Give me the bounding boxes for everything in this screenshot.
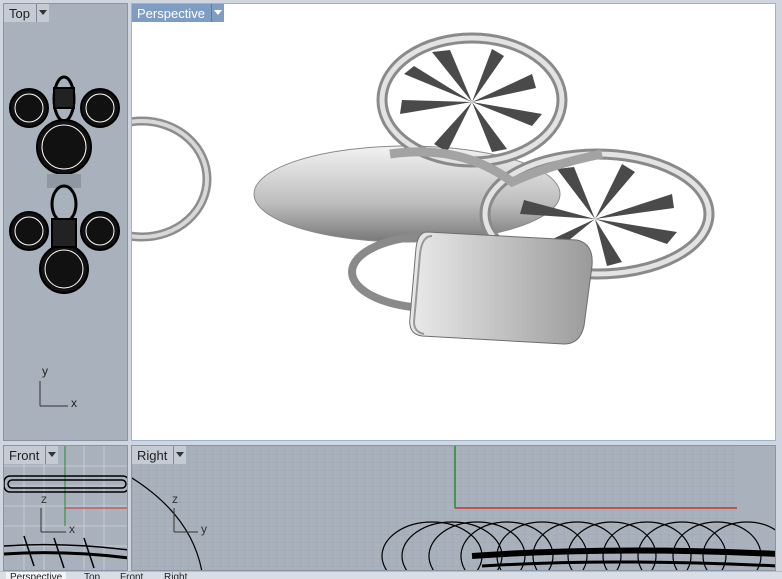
front-viewport-tab[interactable]: Front bbox=[4, 446, 59, 464]
right-viewport-dropdown-icon[interactable] bbox=[173, 446, 187, 464]
right-axis-z-label: z bbox=[172, 492, 178, 506]
top-viewport-title[interactable]: Top bbox=[4, 4, 36, 22]
top-viewport-dropdown-icon[interactable] bbox=[35, 4, 49, 22]
right-viewport-title[interactable]: Right bbox=[132, 446, 174, 464]
perspective-viewport[interactable]: Perspective bbox=[131, 3, 776, 441]
perspective-viewport-tab[interactable]: Perspective bbox=[132, 4, 224, 22]
front-viewport-dropdown-icon[interactable] bbox=[45, 446, 59, 464]
top-viewport-tab[interactable]: Top bbox=[4, 4, 49, 22]
right-viewport[interactable]: z y Right bbox=[131, 445, 776, 571]
perspective-drawing bbox=[132, 32, 715, 345]
front-viewport[interactable]: z x Front bbox=[3, 445, 128, 571]
top-viewport[interactable]: y x Top bbox=[3, 3, 128, 441]
top-axis-y-label: y bbox=[42, 364, 48, 378]
front-axis-x-label: x bbox=[69, 522, 75, 536]
top-axis-x-label: x bbox=[71, 396, 77, 410]
perspective-viewport-title[interactable]: Perspective bbox=[132, 4, 211, 22]
front-axis-z-label: z bbox=[41, 492, 47, 506]
front-viewport-title[interactable]: Front bbox=[4, 446, 46, 464]
perspective-viewport-dropdown-icon[interactable] bbox=[210, 4, 224, 22]
front-view-drawing bbox=[4, 446, 127, 570]
right-viewport-tab[interactable]: Right bbox=[132, 446, 187, 464]
top-view-drawing bbox=[9, 75, 120, 407]
top-axis-icon bbox=[39, 381, 68, 407]
front-axis-icon bbox=[40, 508, 66, 533]
right-axis-y-label: y bbox=[201, 522, 207, 536]
right-view-drawing bbox=[132, 446, 775, 570]
